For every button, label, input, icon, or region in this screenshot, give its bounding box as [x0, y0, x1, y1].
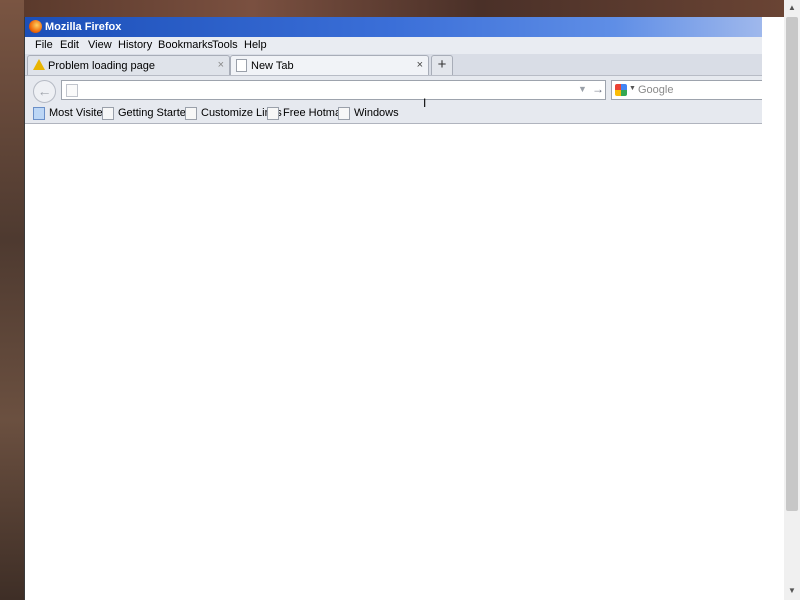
menu-bookmarks[interactable]: Bookmarks — [158, 39, 213, 51]
bookmark-label: Most Visited — [49, 107, 109, 119]
scroll-up-icon[interactable]: ▲ — [788, 3, 796, 12]
firefox-window: Mozilla Firefox File Edit View History B… — [24, 17, 762, 600]
page-content[interactable] — [25, 124, 762, 600]
bookmark-page-icon — [102, 107, 114, 120]
warning-icon — [33, 59, 45, 70]
new-tab-button[interactable]: + — [431, 55, 453, 76]
google-icon[interactable] — [615, 84, 627, 96]
url-history-dropdown-icon[interactable]: ▼ — [578, 84, 587, 94]
tab-label: Problem loading page — [48, 60, 156, 72]
bookmark-label: Windows — [354, 107, 399, 119]
site-identity-icon[interactable] — [66, 84, 78, 97]
menu-edit[interactable]: Edit — [60, 39, 79, 51]
bookmark-page-icon — [338, 107, 350, 120]
scroll-down-icon[interactable]: ▼ — [788, 586, 796, 595]
desktop-strip — [761, 17, 784, 600]
menu-file[interactable]: File — [35, 39, 53, 51]
search-input[interactable] — [638, 81, 758, 99]
tab-new-tab[interactable]: New Tab × — [230, 55, 429, 76]
go-arrow-icon[interactable]: → — [592, 82, 604, 96]
navigation-toolbar: ← ▼ → ▼ — [25, 75, 762, 105]
bookmark-page-icon — [267, 107, 279, 120]
menu-view[interactable]: View — [88, 39, 112, 51]
bookmark-page-icon — [185, 107, 197, 120]
bookmarks-toolbar: Most Visited Getting Started Customize L… — [25, 104, 762, 124]
url-input[interactable] — [80, 81, 550, 99]
tab-problem-loading-page[interactable]: Problem loading page × — [27, 55, 230, 76]
text-cursor-icon: I — [423, 96, 427, 110]
menu-help[interactable]: Help — [244, 39, 267, 51]
firefox-logo-icon — [29, 20, 42, 33]
menu-tools[interactable]: Tools — [212, 39, 238, 51]
tab-label: New Tab — [251, 60, 294, 72]
search-bar[interactable]: ▼ — [611, 80, 762, 100]
back-button[interactable]: ← — [33, 80, 56, 103]
bookmark-label: Free Hotmail — [283, 107, 346, 119]
tab-close-icon[interactable]: × — [218, 59, 224, 71]
blank-page-icon — [236, 59, 247, 72]
menu-history[interactable]: History — [118, 39, 152, 51]
window-title: Mozilla Firefox — [45, 21, 122, 33]
title-bar[interactable]: Mozilla Firefox — [25, 17, 762, 37]
tab-strip: Problem loading page × New Tab × + — [25, 54, 762, 76]
menu-bar: File Edit View History Bookmarks Tools H… — [25, 37, 762, 54]
vertical-scrollbar[interactable]: ▲ ▼ — [784, 0, 800, 600]
most-visited-icon — [33, 107, 45, 120]
scroll-thumb[interactable] — [786, 17, 798, 511]
desktop-background-top — [24, 0, 784, 17]
tab-close-icon[interactable]: × — [417, 59, 423, 71]
bookmark-label: Getting Started — [118, 107, 192, 119]
url-bar[interactable]: ▼ → — [61, 80, 606, 100]
desktop-background — [0, 0, 24, 600]
search-engine-dropdown-icon[interactable]: ▼ — [629, 85, 636, 92]
